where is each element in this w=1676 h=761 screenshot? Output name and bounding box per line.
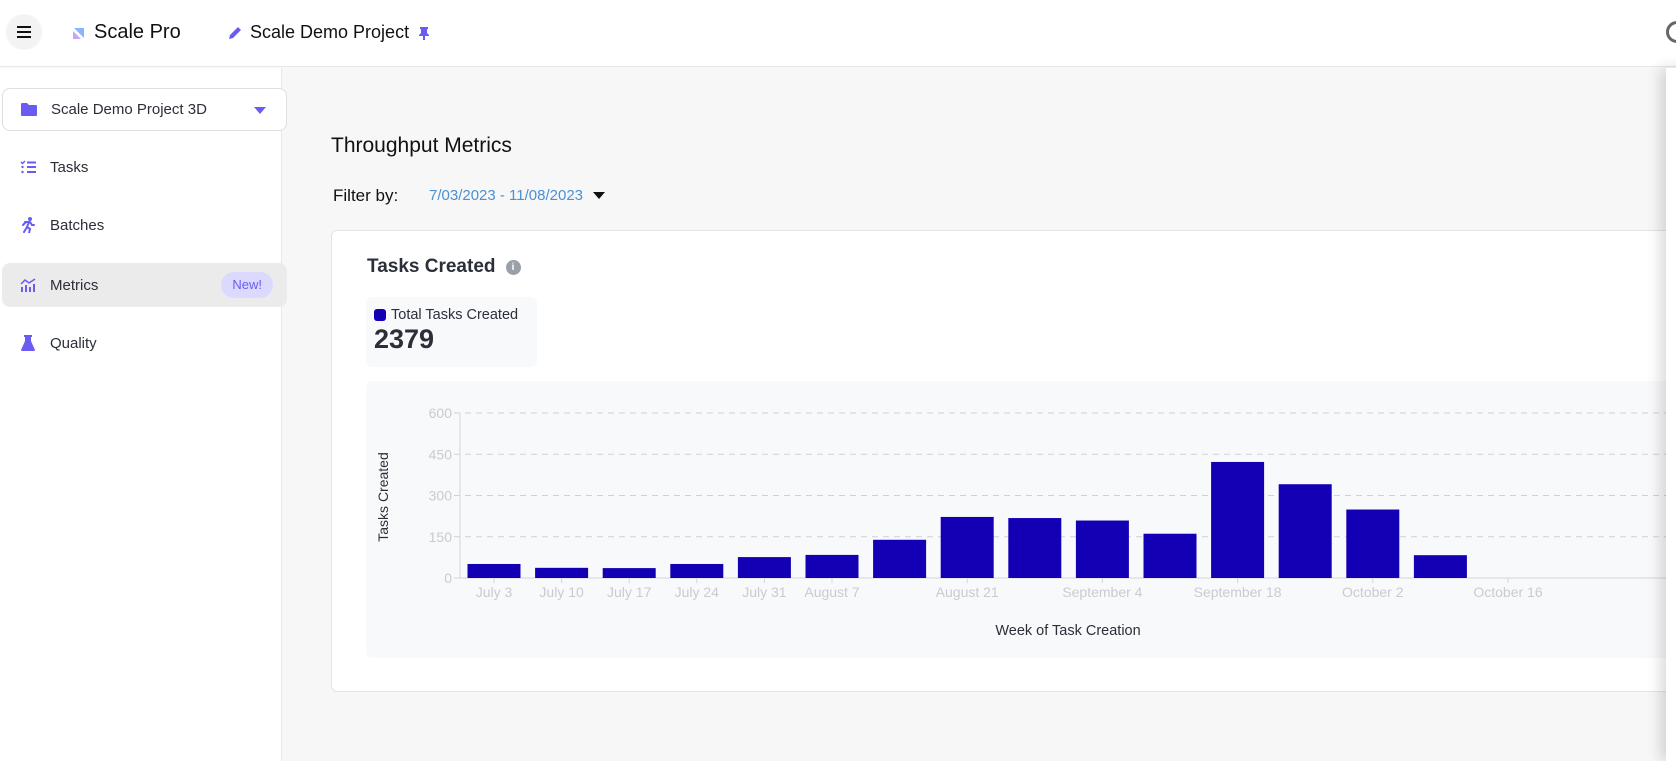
- chart-svg: 0 150 300 450 600 July 3 July 10 July 17 July 2…: [375, 405, 1676, 639]
- sidebar-item-tasks[interactable]: Tasks: [2, 145, 287, 189]
- bar-chart: 0 150 300 450 600 July 3 July 10 July 17 July 2…: [366, 381, 1676, 658]
- brand[interactable]: Scale Pro: [72, 21, 181, 44]
- x-tick-label: October 16: [1473, 584, 1542, 600]
- y-tick-label: 300: [429, 488, 453, 504]
- date-range-value: 7/03/2023 - 11/08/2023: [429, 187, 584, 204]
- caret-down-icon: [593, 192, 606, 199]
- x-tick-label: July 17: [607, 584, 652, 600]
- date-range-filter[interactable]: 7/03/2023 - 11/08/2023: [429, 187, 606, 204]
- bar-july-17[interactable]: [602, 568, 656, 578]
- card-title: Tasks Created i: [367, 256, 521, 278]
- bar-september-11[interactable]: [1143, 533, 1197, 578]
- stat-legend: Total Tasks Created: [374, 307, 529, 323]
- hamburger-menu-button[interactable]: [6, 14, 42, 50]
- pin-icon[interactable]: [417, 26, 431, 40]
- sidebar-item-label: Metrics: [50, 276, 99, 294]
- search-icon[interactable]: [1666, 21, 1676, 43]
- x-tick-label: August 7: [804, 584, 859, 600]
- x-axis-label: Week of Task Creation: [995, 623, 1140, 639]
- card-title-text: Tasks Created: [367, 256, 496, 277]
- metrics-chart-icon: [20, 277, 36, 293]
- stat-label: Total Tasks Created: [391, 307, 519, 323]
- side-drawer-edge: [1666, 68, 1676, 761]
- total-stat: Total Tasks Created 2379: [366, 297, 537, 367]
- checklist-icon: [20, 159, 36, 175]
- page-title: Throughput Metrics: [331, 134, 512, 157]
- x-tick-label: July 3: [476, 584, 513, 600]
- y-tick-label: 0: [444, 570, 452, 586]
- bar-july-24[interactable]: [670, 563, 724, 578]
- bar-july-31[interactable]: [737, 557, 791, 578]
- flask-icon: [20, 335, 36, 351]
- project-name: Scale Demo Project: [250, 22, 410, 42]
- y-axis-label: Tasks Created: [375, 452, 391, 541]
- sidebar-item-metrics[interactable]: Metrics New!: [2, 263, 287, 307]
- x-tick-label: July 31: [742, 584, 787, 600]
- filter-label: Filter by:: [333, 186, 399, 205]
- running-person-icon: [20, 217, 36, 233]
- sidebar-item-label: Batches: [50, 216, 105, 234]
- tasks-created-card: Tasks Created i Total Tasks Created 2379…: [331, 230, 1676, 692]
- bar-august-28[interactable]: [1008, 518, 1062, 578]
- x-tick-label: July 10: [539, 584, 584, 600]
- bar-october-9[interactable]: [1413, 555, 1467, 578]
- x-tick-label: August 21: [936, 584, 999, 600]
- scale-logo-icon: [73, 27, 84, 39]
- y-tick-label: 150: [429, 529, 453, 545]
- project-selector-label: Scale Demo Project 3D: [51, 101, 207, 118]
- bar-september-25[interactable]: [1278, 484, 1332, 578]
- x-tick-label: October 2: [1342, 584, 1404, 600]
- bar-august-7[interactable]: [805, 554, 859, 578]
- stat-value: 2379: [374, 324, 435, 354]
- hamburger-menu-icon: [17, 31, 31, 33]
- bar-august-14[interactable]: [873, 539, 927, 578]
- sidebar-item-label: Quality: [50, 334, 97, 352]
- y-tick-label: 600: [429, 405, 453, 421]
- pencil-icon[interactable]: [228, 26, 242, 40]
- sidebar-item-quality[interactable]: Quality: [2, 321, 287, 365]
- bar-august-21[interactable]: [940, 516, 994, 578]
- chevron-down-icon: [254, 107, 266, 114]
- bar-july-3[interactable]: [467, 563, 521, 578]
- y-tick-label: 450: [429, 446, 453, 462]
- bar-july-10[interactable]: [535, 567, 589, 578]
- bar-september-4[interactable]: [1075, 520, 1129, 578]
- bar-september-18[interactable]: [1211, 461, 1265, 578]
- project-breadcrumb: Scale Demo Project: [228, 22, 431, 43]
- info-icon[interactable]: i: [505, 259, 521, 275]
- bar-october-2[interactable]: [1346, 509, 1400, 578]
- brand-name: Scale Pro: [94, 21, 181, 43]
- x-tick-label: September 18: [1194, 584, 1282, 600]
- folder-icon: [21, 103, 37, 116]
- main-content: Throughput Metrics Filter by: 7/03/2023 …: [283, 68, 1676, 761]
- top-bar: Scale Pro Scale Demo Project: [0, 0, 1676, 67]
- sidebar: Scale Demo Project 3D Tasks Batches Metr…: [0, 68, 287, 761]
- legend-swatch: [374, 309, 386, 321]
- sidebar-item-batches[interactable]: Batches: [2, 203, 287, 247]
- x-tick-label: July 24: [675, 584, 720, 600]
- sidebar-item-label: Tasks: [50, 158, 89, 176]
- x-tick-label: September 4: [1062, 584, 1142, 600]
- new-badge: New!: [221, 272, 273, 298]
- project-selector[interactable]: Scale Demo Project 3D: [2, 88, 287, 131]
